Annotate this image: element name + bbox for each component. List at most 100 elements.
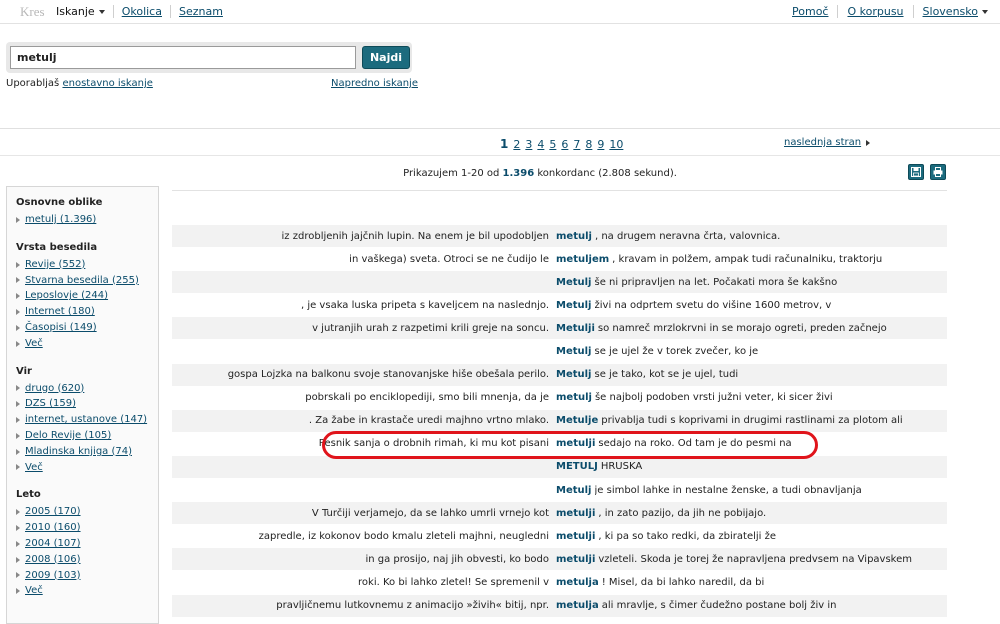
bullet-arrow-icon xyxy=(16,432,20,439)
next-page-link[interactable]: naslednja stran xyxy=(784,137,871,148)
keyword-link[interactable]: Metulj xyxy=(556,369,592,380)
concordance-row: in vaškega) sveta. Otroci se ne čudijo l… xyxy=(172,248,947,272)
nav-search-tab[interactable]: Iskanje xyxy=(56,5,105,18)
keyword-link[interactable]: metulja xyxy=(556,600,599,611)
concordance-row: iz zdrobljenih jajčnih lupin. Na enem je… xyxy=(172,225,947,249)
keyword-link[interactable]: metuljem xyxy=(556,254,609,265)
keyword-link[interactable]: metulja xyxy=(556,577,599,588)
save-icon xyxy=(911,167,921,177)
chevron-down-icon xyxy=(98,10,105,14)
concordance-row: Pesnik sanja o drobnih rimah, ki mu kot … xyxy=(172,432,947,456)
keyword-link[interactable]: Metulji xyxy=(556,323,595,334)
nav-divider xyxy=(912,5,914,18)
left-context: iz zdrobljenih jajčnih lupin. Na enem je… xyxy=(281,230,549,242)
pagination-bar: 1 2 3 4 5 6 7 8 9 10 naslednja stran xyxy=(0,128,1000,156)
facet-link[interactable]: Stvarna besedila (255) xyxy=(25,273,139,289)
keyword-link[interactable]: Metulj xyxy=(556,485,592,496)
bullet-arrow-icon xyxy=(16,340,20,347)
nav-list-link[interactable]: Seznam xyxy=(179,5,223,18)
facet-item: Več xyxy=(16,460,149,476)
search-button[interactable]: Najdi xyxy=(362,46,410,69)
facet-item: 2009 (103) xyxy=(16,568,149,584)
left-context: v jutranjih urah z razpetimi krili greje… xyxy=(312,322,549,334)
facet-link[interactable]: Internet (180) xyxy=(25,304,95,320)
keyword-link[interactable]: Metulj xyxy=(556,300,592,311)
right-context: , kravam in polžem, ampak tudi računalni… xyxy=(612,253,883,265)
left-context: . Za žabe in krastače uredi majhno vrtno… xyxy=(308,415,549,427)
facet-link[interactable]: 2004 (107) xyxy=(25,536,81,552)
left-context: gospa Lojzka na balkonu svoje stanovanjs… xyxy=(227,369,549,381)
facet-link[interactable]: Več xyxy=(25,336,43,352)
advanced-search-link[interactable]: Napredno iskanje xyxy=(331,78,418,89)
facet-item: Internet (180) xyxy=(16,304,149,320)
page-link[interactable]: 10 xyxy=(609,138,623,151)
brand-logo[interactable]: Kres xyxy=(20,4,45,20)
help-link[interactable]: Pomoč xyxy=(792,5,828,18)
print-button[interactable] xyxy=(930,164,946,180)
page-link[interactable]: 9 xyxy=(597,138,604,151)
main-nav: Iskanje Okolica Seznam xyxy=(56,5,223,18)
bullet-arrow-icon xyxy=(16,385,20,392)
page-current[interactable]: 1 xyxy=(500,137,508,151)
right-context: ! Misel, da bi lahko naredil, da bi xyxy=(601,576,765,588)
keyword-link[interactable]: metulji xyxy=(556,554,595,565)
concordance-row: , je vsaka luska pripeta s kaveljcem na … xyxy=(172,294,947,318)
print-icon xyxy=(933,167,943,177)
right-context: , in zato pazijo, da jih ne pobijajo. xyxy=(598,507,767,519)
keyword-link[interactable]: metulj xyxy=(556,231,592,242)
left-context: zapredle, iz kokonov bodo kmalu zleteli … xyxy=(258,530,549,542)
bullet-arrow-icon xyxy=(16,509,20,516)
facet-title: Osnovne oblike xyxy=(16,197,103,208)
right-context: HRUŠKA xyxy=(600,461,643,473)
save-button[interactable] xyxy=(908,164,924,180)
page-link[interactable]: 8 xyxy=(585,138,592,151)
keyword-link[interactable]: METULJ xyxy=(556,461,598,472)
facet-link[interactable]: Časopisi (149) xyxy=(25,320,97,336)
keyword-link[interactable]: Metulj xyxy=(556,277,592,288)
facet-link[interactable]: Leposlovje (244) xyxy=(25,288,108,304)
search-box: Najdi xyxy=(6,42,412,73)
page-link[interactable]: 7 xyxy=(573,138,580,151)
about-corpus-link[interactable]: O korpusu xyxy=(847,5,903,18)
facet-link[interactable]: internet, ustanove (147) xyxy=(25,412,147,428)
facet-title: Vir xyxy=(16,365,32,377)
facet-link[interactable]: Več xyxy=(25,583,43,599)
page-link[interactable]: 6 xyxy=(561,138,568,151)
keyword-link[interactable]: metulji xyxy=(556,438,595,449)
right-context: ali mravlje, s čimer čudežno postane bol… xyxy=(601,600,837,612)
simple-search-link[interactable]: enostavno iskanje xyxy=(62,78,152,89)
facet-link[interactable]: 2008 (106) xyxy=(25,552,81,568)
keyword-link[interactable]: Metulj xyxy=(556,346,592,357)
facet-item: 2010 (160) xyxy=(16,520,149,536)
facet-link[interactable]: 2010 (160) xyxy=(25,520,81,536)
page-link[interactable]: 2 xyxy=(513,138,520,151)
nav-context-link[interactable]: Okolica xyxy=(122,5,162,18)
facet-link[interactable]: 2005 (170) xyxy=(25,504,81,520)
facet-link[interactable]: Mladinska knjiga (74) xyxy=(25,444,132,460)
nav-divider xyxy=(112,5,114,18)
bullet-arrow-icon xyxy=(16,324,20,331)
right-context: sedajo na roko. Od tam je do pesmi na xyxy=(598,438,792,450)
concordance-row: V Turčiji verjamejo, da se lahko umrli v… xyxy=(172,502,947,526)
keyword-link[interactable]: metulj xyxy=(556,392,592,403)
nav-divider xyxy=(169,5,171,18)
bullet-arrow-icon xyxy=(16,572,20,579)
search-input[interactable] xyxy=(10,46,356,69)
facet-link[interactable]: metulj (1.396) xyxy=(25,212,96,228)
facet-link[interactable]: 2009 (103) xyxy=(25,568,81,584)
left-context: roki. Ko bi lahko zletel! Se spremenil v xyxy=(358,576,549,588)
concordance-row: v jutranjih urah z razpetimi krili greje… xyxy=(172,317,947,341)
page-link[interactable]: 5 xyxy=(549,138,556,151)
facet-link[interactable]: Več xyxy=(25,460,43,476)
keyword-link[interactable]: metulji xyxy=(556,508,595,519)
facet-link[interactable]: Revije (552) xyxy=(25,257,85,273)
keyword-link[interactable]: Metulje xyxy=(556,415,598,426)
right-context: se je ujel že v torek zvečer, ko je xyxy=(594,346,759,358)
facet-link[interactable]: DZS (159) xyxy=(25,396,76,412)
page-link[interactable]: 4 xyxy=(537,138,544,151)
facet-link[interactable]: drugo (620) xyxy=(25,381,84,397)
keyword-link[interactable]: metulji xyxy=(556,531,595,542)
language-selector[interactable]: Slovensko xyxy=(923,5,988,18)
facet-link[interactable]: Delo Revije (105) xyxy=(25,428,111,444)
page-link[interactable]: 3 xyxy=(525,138,532,151)
